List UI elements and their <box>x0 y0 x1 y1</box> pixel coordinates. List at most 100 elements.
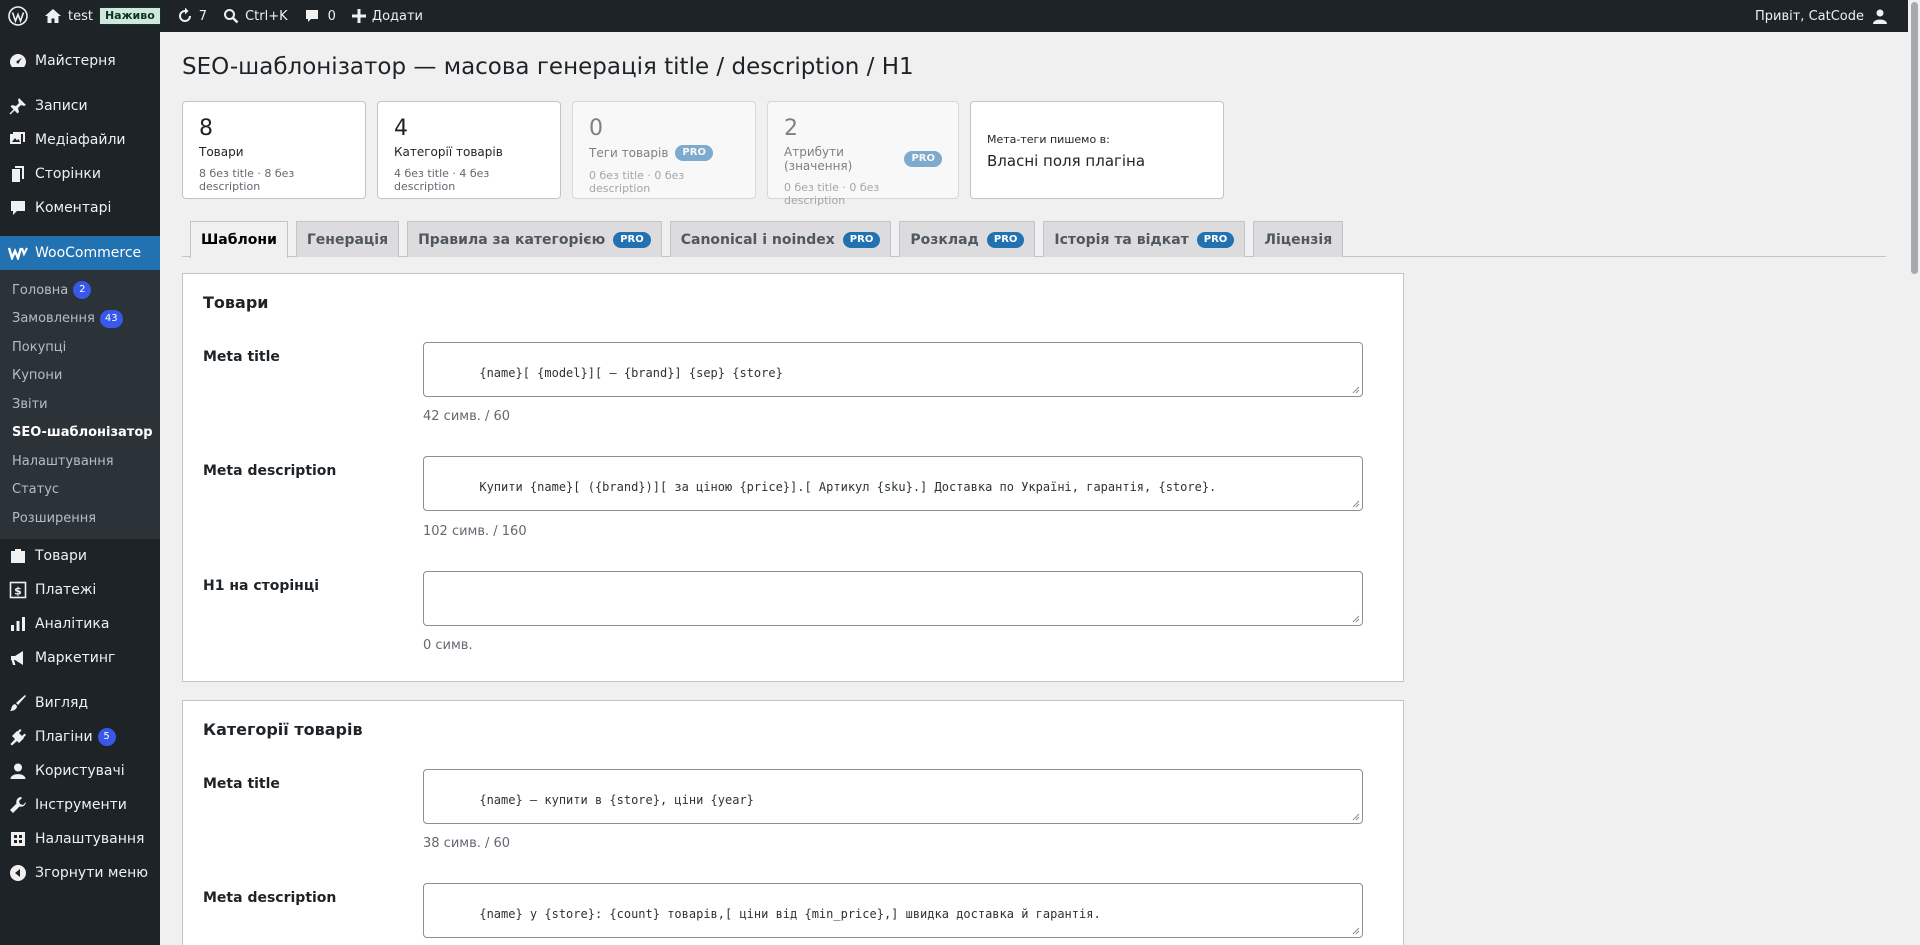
field-label: Meta title <box>203 776 280 792</box>
field-label: Meta description <box>203 463 337 479</box>
tab-canonical-noindex[interactable]: Canonical і noindex PRO <box>669 221 892 257</box>
resize-grip-icon[interactable] <box>1352 500 1360 508</box>
stat-label: Атрибути (значення) PRO <box>784 145 942 173</box>
menu-collapse[interactable]: Згорнути меню <box>0 856 160 890</box>
settings-icon <box>8 829 28 849</box>
submenu-customers[interactable]: Покупці <box>0 333 160 362</box>
pin-icon <box>8 96 28 116</box>
tab-templates[interactable]: Шаблони <box>190 221 288 258</box>
search-command[interactable]: Ctrl+K <box>215 0 296 32</box>
input-value: Купити {name}[ ({brand})][ за ціною {pri… <box>479 480 1217 494</box>
menu-label: WooCommerce <box>35 245 142 261</box>
admin-sidebar: Майстерня Записи Медіафайли Сторінки Ком… <box>0 32 160 945</box>
media-icon <box>8 130 28 150</box>
updates-link[interactable]: 7 <box>169 0 215 32</box>
submenu-label: Замовлення <box>12 311 95 327</box>
product-meta-title-input[interactable]: {name}[ {model}][ — {brand}] {sep} {stor… <box>423 342 1363 397</box>
comment-icon <box>8 198 28 218</box>
count-badge: 2 <box>73 281 92 300</box>
menu-label: Товари <box>35 547 87 564</box>
main-content: SEO-шаблонізатор — масова генерація titl… <box>160 32 1908 945</box>
menu-products[interactable]: Товари <box>0 539 160 573</box>
category-meta-title-input[interactable]: {name} — купити в {store}, ціни {year} <box>423 769 1363 824</box>
tab-schedule[interactable]: Розклад PRO <box>899 221 1036 257</box>
tab-history-rollback[interactable]: Історія та відкат PRO <box>1043 221 1246 257</box>
submenu-label: SEO-шаблонізатор <box>12 425 153 441</box>
menu-posts[interactable]: Записи <box>0 89 160 123</box>
menu-appearance[interactable]: Вигляд <box>0 686 160 720</box>
box-icon <box>8 546 28 566</box>
menu-dashboard[interactable]: Майстерня <box>0 44 160 78</box>
submenu-home[interactable]: Головна 2 <box>0 276 160 305</box>
menu-payments[interactable]: $ Платежі <box>0 573 160 607</box>
plus-icon <box>351 9 366 23</box>
svg-text:$: $ <box>14 584 22 597</box>
new-content-link[interactable]: Додати <box>344 0 431 32</box>
product-h1-input[interactable] <box>423 571 1363 626</box>
menu-label: Користувачі <box>35 762 125 779</box>
menu-woocommerce[interactable]: WooCommerce <box>0 236 160 270</box>
product-meta-description-input[interactable]: Купити {name}[ ({brand})][ за ціною {pri… <box>423 456 1363 511</box>
submenu-reports[interactable]: Звіти <box>0 390 160 419</box>
tab-license[interactable]: Ліцензія <box>1253 221 1344 257</box>
stat-card-tags: 0 Теги товарів PRO 0 без title · 0 без de… <box>572 101 756 199</box>
tab-label: Ліцензія <box>1264 231 1333 248</box>
menu-pages[interactable]: Сторінки <box>0 157 160 191</box>
resize-grip-icon[interactable] <box>1352 927 1360 935</box>
resize-grip-icon[interactable] <box>1352 615 1360 623</box>
collapse-icon <box>8 863 28 883</box>
tab-generation[interactable]: Генерація <box>295 221 400 257</box>
submenu-status[interactable]: Статус <box>0 476 160 505</box>
page-scrollbar[interactable] <box>1908 0 1920 945</box>
submenu-label: Звіти <box>12 396 48 412</box>
updates-icon <box>177 8 193 24</box>
field-label: Meta title <box>203 349 280 365</box>
menu-label: Налаштування <box>35 830 145 847</box>
wordpress-logo-icon[interactable] <box>0 0 36 32</box>
menu-analytics[interactable]: Аналітика <box>0 607 160 641</box>
scrollbar-thumb[interactable] <box>1911 2 1918 274</box>
submenu-settings[interactable]: Налаштування <box>0 447 160 476</box>
menu-label: Аналітика <box>35 615 110 632</box>
menu-marketing[interactable]: Маркетинг <box>0 641 160 675</box>
stat-label-text: Атрибути (значення) <box>784 145 853 173</box>
field-label: H1 на сторінці <box>203 578 320 594</box>
site-name-link[interactable]: test Наживо <box>36 0 169 32</box>
submenu-seo-templater[interactable]: SEO-шаблонізатор <box>0 419 160 448</box>
tab-label: Правила за категорією <box>418 231 606 248</box>
stat-number: 2 <box>784 116 798 141</box>
live-badge: Наживо <box>98 7 161 25</box>
resize-grip-icon[interactable] <box>1352 813 1360 821</box>
resize-grip-icon[interactable] <box>1352 386 1360 394</box>
menu-media[interactable]: Медіафайли <box>0 123 160 157</box>
tab-label: Генерація <box>306 231 389 248</box>
menu-settings[interactable]: Налаштування <box>0 822 160 856</box>
pro-badge: PRO <box>1196 231 1235 248</box>
submenu-orders[interactable]: Замовлення 43 <box>0 305 160 334</box>
account-menu[interactable]: Привіт, CatCode <box>1755 0 1888 32</box>
menu-tools[interactable]: Інструменти <box>0 788 160 822</box>
menu-label: Записи <box>35 98 88 114</box>
page-title: SEO-шаблонізатор — масова генерація titl… <box>182 54 914 80</box>
menu-label: Інструменти <box>35 796 127 813</box>
woocommerce-submenu: Головна 2 Замовлення 43 Покупці Купони Зві… <box>0 270 160 539</box>
menu-plugins[interactable]: Плагіни 5 <box>0 720 160 754</box>
input-value: {name} — купити в {store}, ціни {year} <box>479 793 754 807</box>
submenu-coupons[interactable]: Купони <box>0 362 160 391</box>
category-meta-description-input[interactable]: {name} у {store}: {count} товарів,[ ціни… <box>423 883 1363 938</box>
input-value: {name} у {store}: {count} товарів,[ ціни… <box>479 907 1101 921</box>
categories-panel: Категорії товарів Meta title {name} — ку… <box>182 700 1404 945</box>
menu-comments[interactable]: Коментарі <box>0 191 160 225</box>
tab-label: Шаблони <box>201 232 277 248</box>
menu-users[interactable]: Користувачі <box>0 754 160 788</box>
tab-category-rules[interactable]: Правила за категорією PRO <box>407 221 662 257</box>
field-label: Meta description <box>203 890 337 906</box>
pro-badge: PRO <box>613 231 651 248</box>
submenu-label: Покупці <box>12 339 67 355</box>
comments-count: 0 <box>327 8 336 24</box>
avatar-icon <box>1872 8 1888 24</box>
comments-link[interactable]: 0 <box>296 0 344 32</box>
menu-label: Згорнути меню <box>35 864 149 881</box>
submenu-extensions[interactable]: Розширення <box>0 504 160 533</box>
meta-storage-card: Мета-теги пишемо в: Власні поля плагіна <box>970 101 1224 199</box>
